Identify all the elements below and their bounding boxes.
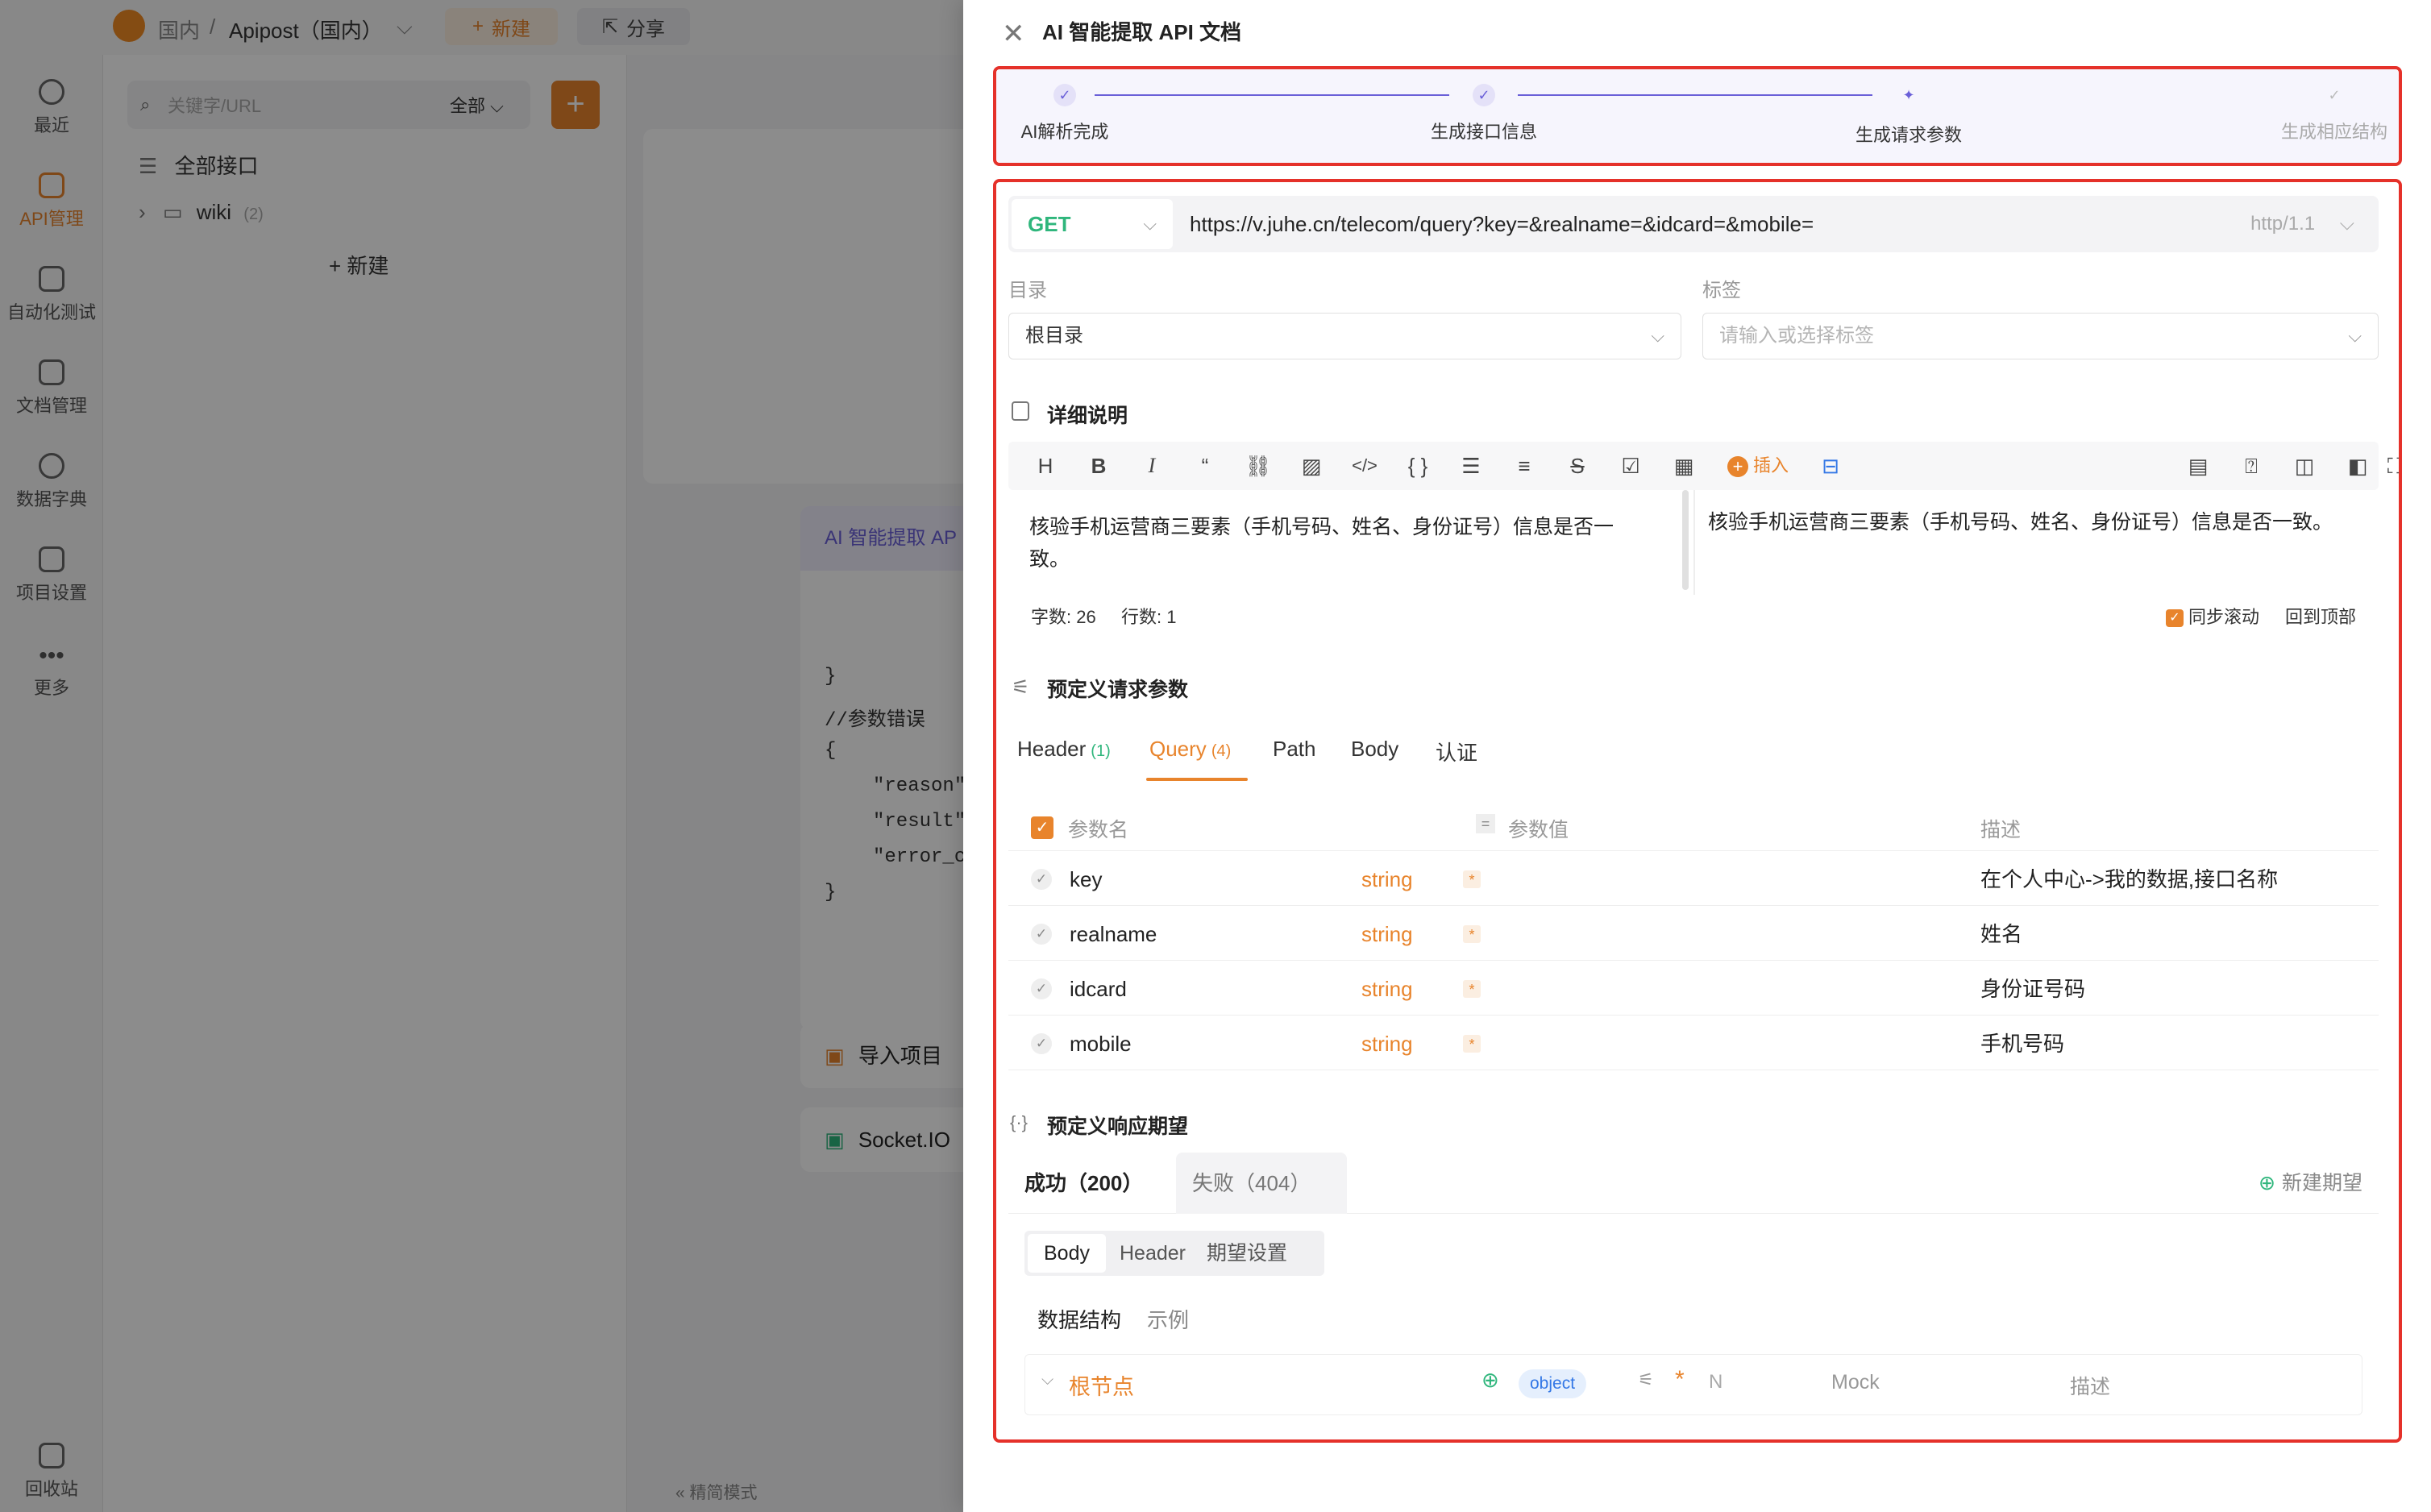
form-highlight-box	[993, 179, 2402, 1443]
ai-extract-drawer: ✕ AI 智能提取 API 文档 ✓ AI解析完成 ✓ 生成接口信息 ✦ 生成请…	[963, 0, 2431, 1512]
modal-overlay[interactable]	[0, 0, 963, 1512]
drawer-title: AI 智能提取 API 文档	[1042, 16, 1241, 46]
close-icon[interactable]: ✕	[1002, 18, 1025, 50]
steps-highlight-box	[993, 66, 2402, 166]
